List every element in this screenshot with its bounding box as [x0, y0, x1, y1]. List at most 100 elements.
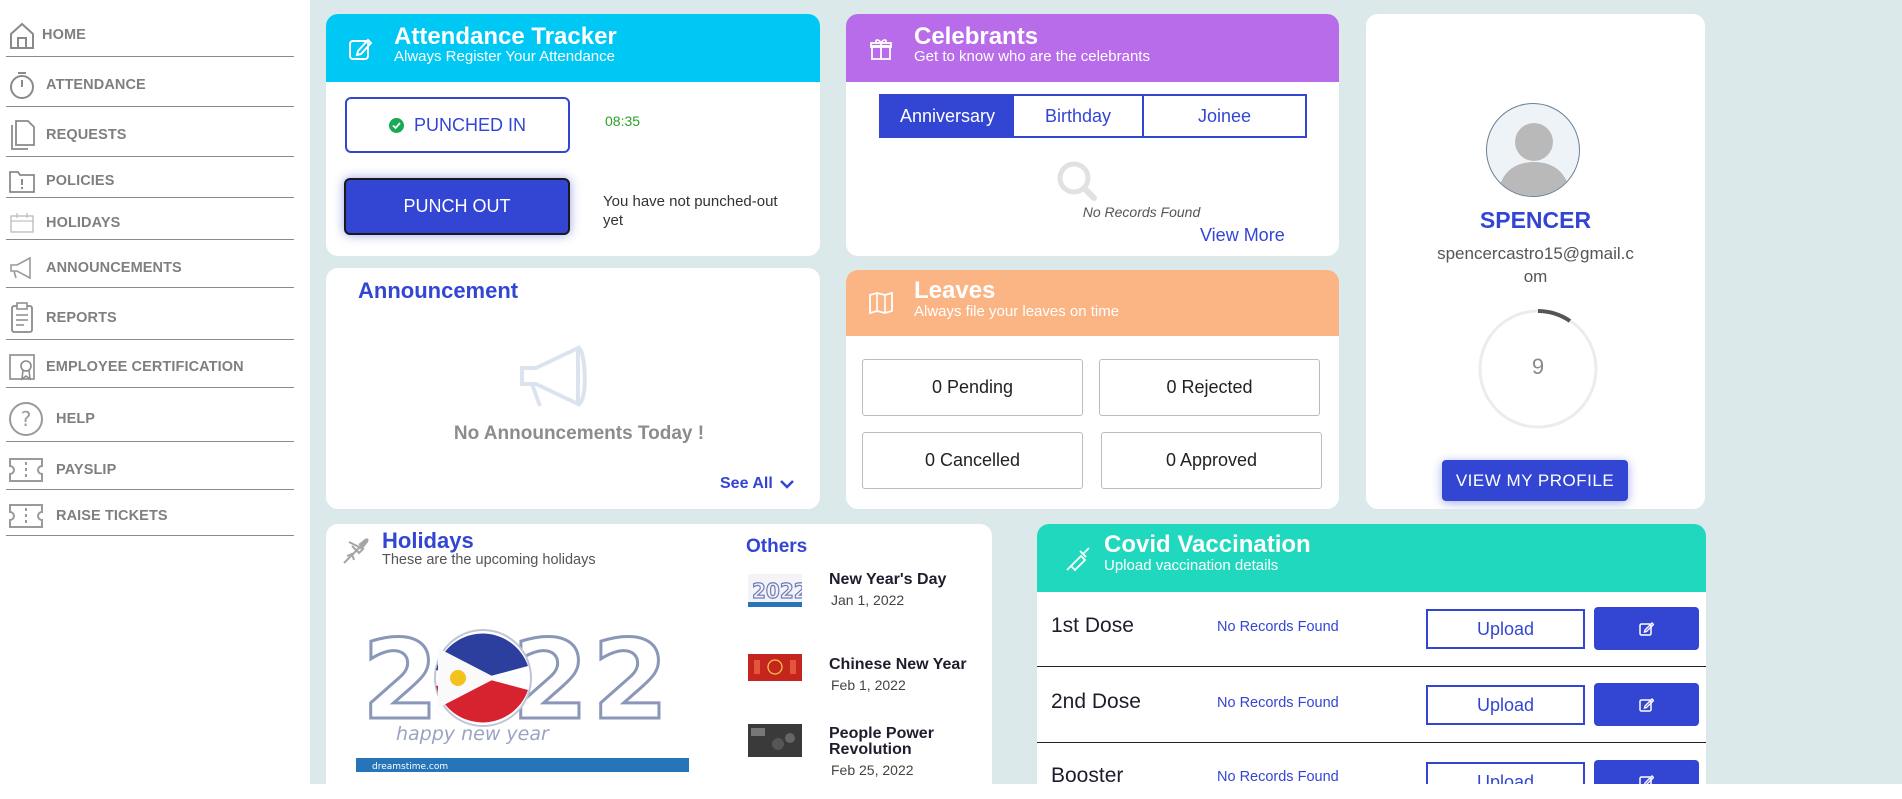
ticket-icon [6, 500, 46, 532]
see-all-label: See All [720, 475, 773, 492]
book-icon [868, 290, 894, 316]
view-profile-button[interactable]: VIEW MY PROFILE [1442, 460, 1628, 501]
sidebar-item-label: REQUESTS [46, 127, 127, 143]
documents-icon [6, 119, 38, 151]
tab-birthday[interactable]: Birthday [1014, 96, 1144, 136]
sidebar-item-home[interactable]: HOME [6, 14, 294, 57]
avatar [1486, 103, 1580, 197]
sidebar-item-help[interactable]: ? HELP [6, 396, 294, 442]
sidebar-item-attendance[interactable]: ATTENDANCE [6, 64, 294, 107]
sidebar-item-policies[interactable]: POLICIES [6, 164, 294, 198]
attendance-title: Attendance Tracker [394, 23, 617, 50]
punch-out-button[interactable]: PUNCH OUT [344, 178, 570, 235]
view-more-link[interactable]: View More [1200, 225, 1285, 246]
edit-button[interactable] [1594, 760, 1699, 784]
sidebar-item-requests[interactable]: REQUESTS [6, 114, 294, 157]
leaves-subtitle: Always file your leaves on time [914, 303, 1120, 320]
megaphone-icon [6, 252, 38, 284]
tab-joinee[interactable]: Joinee [1144, 96, 1305, 136]
holiday-date: Jan 1, 2022 [831, 592, 905, 608]
vax-status: No Records Found [1217, 769, 1339, 784]
punch-out-status: You have not punched-out yet [603, 193, 778, 229]
chevron-down-icon [779, 479, 794, 489]
punch-time: 08:35 [605, 113, 641, 129]
attendance-subtitle: Always Register Your Attendance [394, 48, 615, 65]
announcement-card: Announcement No Announcements Today ! Se… [326, 268, 820, 509]
profile-email-line2: om [1523, 267, 1548, 286]
sidebar-item-announcements[interactable]: ANNOUNCEMENTS [6, 248, 294, 288]
celebrants-tabs: Anniversary Birthday Joinee [879, 94, 1307, 138]
edit-button[interactable] [1594, 607, 1699, 650]
sidebar-item-label: POLICIES [46, 172, 115, 189]
announcement-empty-text: No Announcements Today ! [453, 423, 705, 444]
gift-icon [868, 36, 894, 62]
upload-button[interactable]: Upload [1426, 609, 1585, 649]
sidebar-item-label: HOME [42, 27, 86, 43]
holidays-subtitle: These are the upcoming holidays [382, 552, 596, 568]
sidebar-item-label: EMPLOYEE CERTIFICATION [46, 358, 244, 375]
edit-button[interactable] [1594, 683, 1699, 726]
sidebar-item-employee-certification[interactable]: EMPLOYEE CERTIFICATION [6, 346, 294, 388]
vax-row-1st-dose: 1st Dose No Records Found Upload [1037, 592, 1706, 667]
holiday-name: Chinese New Year [829, 656, 967, 673]
holiday-date: Feb 25, 2022 [831, 762, 914, 778]
covid-header: Covid Vaccination Upload vaccination det… [1037, 524, 1706, 592]
upload-button[interactable]: Upload [1426, 685, 1585, 725]
sidebar-item-payslip[interactable]: PAYSLIP [6, 450, 294, 490]
holiday-name: People Power Revolution [829, 726, 934, 758]
leave-pending[interactable]: 0 Pending [862, 359, 1083, 416]
vax-row-2nd-dose: 2nd Dose No Records Found Upload [1037, 668, 1706, 743]
celebrants-card: Celebrants Get to know who are the celeb… [846, 14, 1339, 256]
punched-in-label: PUNCHED IN [413, 114, 526, 135]
sidebar-item-holidays[interactable]: HOLIDAYS [6, 206, 294, 240]
edit-icon [1639, 774, 1654, 784]
tab-anniversary[interactable]: Anniversary [881, 96, 1014, 136]
celebrants-empty-text: No Records Found [1082, 204, 1201, 220]
leave-cancelled[interactable]: 0 Cancelled [862, 432, 1083, 489]
sidebar-item-label: HOLIDAYS [46, 214, 121, 231]
leaves-title: Leaves [914, 277, 996, 304]
calendar-icon [6, 207, 38, 239]
plane-icon [341, 536, 371, 570]
holidays-card: Holidays These are the upcoming holidays… [326, 524, 992, 799]
clipboard-icon [6, 301, 38, 334]
leave-approved[interactable]: 0 Approved [1101, 432, 1322, 489]
announcement-title: Announcement [358, 278, 519, 303]
leave-rejected[interactable]: 0 Rejected [1099, 359, 1320, 416]
sidebar-item-label: HELP [56, 410, 96, 427]
punch-out-label: PUNCH OUT [403, 196, 511, 216]
leaves-header: Leaves Always file your leaves on time [846, 270, 1339, 336]
certificate-icon [6, 351, 38, 383]
stopwatch-icon [6, 69, 38, 101]
home-icon [6, 19, 38, 51]
upload-button[interactable]: Upload [1426, 762, 1585, 784]
celebrants-header: Celebrants Get to know who are the celeb… [846, 14, 1339, 82]
profile-card: SPENCER spencercastro15@gmail.c om 9 VIE… [1366, 14, 1705, 509]
vax-label: 1st Dose [1051, 614, 1134, 637]
profile-name: SPENCER [1479, 207, 1592, 233]
sidebar-item-reports[interactable]: REPORTS [6, 296, 294, 340]
attendance-card: Attendance Tracker Always Register Your … [326, 14, 820, 256]
syringe-icon [1065, 546, 1091, 576]
holiday-banner-text: happy new year [396, 723, 550, 745]
holidays-title: Holidays [382, 528, 474, 553]
sidebar-item-label: RAISE TICKETS [56, 507, 168, 524]
sidebar-item-label: ATTENDANCE [46, 77, 146, 93]
sidebar: HOME ATTENDANCE REQUESTS POLICIES HOLIDA… [0, 0, 310, 799]
holiday-thumb-people-power [748, 724, 802, 757]
sidebar-item-raise-tickets[interactable]: RAISE TICKETS [6, 496, 294, 536]
edit-icon [1639, 621, 1654, 636]
sidebar-item-label: PAYSLIP [56, 461, 117, 478]
holiday-date: Feb 1, 2022 [831, 677, 906, 693]
holidays-others-label: Others [746, 536, 808, 557]
punched-in-button[interactable]: PUNCHED IN [345, 97, 570, 153]
profile-email-line1: spencercastro15@gmail.c [1437, 244, 1634, 263]
celebrants-subtitle: Get to know who are the celebrants [914, 48, 1150, 65]
image-caption: dreamstime.com [372, 762, 448, 772]
sidebar-item-label: ANNOUNCEMENTS [46, 259, 182, 276]
see-all-link[interactable]: See All [720, 475, 794, 493]
vax-label: 2nd Dose [1051, 690, 1141, 713]
holiday-thumb-new-year: 2022 [748, 574, 802, 607]
help-icon: ? [6, 401, 46, 436]
edit-icon [1639, 697, 1654, 712]
